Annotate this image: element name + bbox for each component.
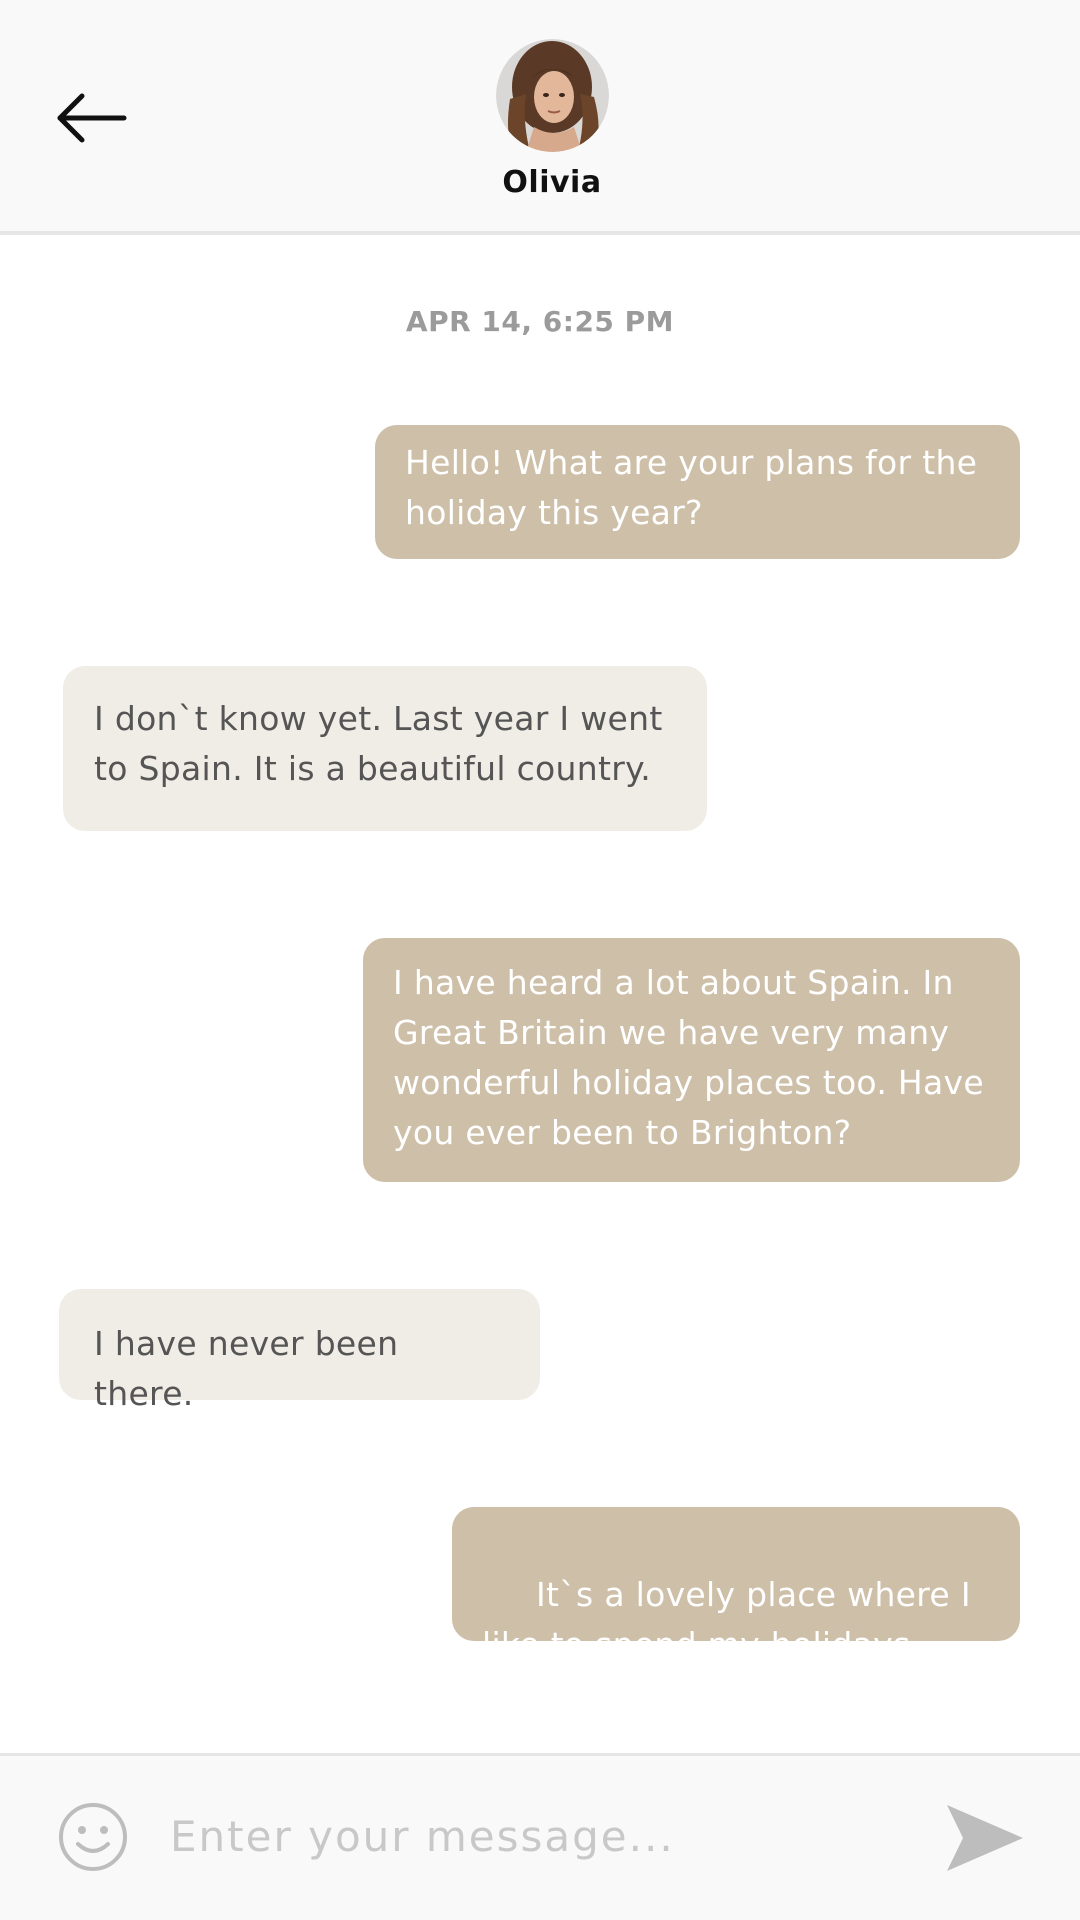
message-text: Hello! What are your plans for the holid… — [405, 443, 978, 532]
smiley-icon — [59, 1803, 127, 1871]
message-text: I have heard a lot about Spain. In Great… — [393, 963, 984, 1152]
contact-name: Olivia — [502, 165, 602, 200]
chat-header: Olivia — [0, 0, 1080, 235]
message-text: I don`t know yet. Last year I went to Sp… — [94, 699, 663, 788]
message-bubble-sent[interactable]: Hello! What are your plans for the holid… — [375, 425, 1020, 559]
message-list[interactable]: APR 14, 6:25 PM Hello! What are your pla… — [0, 235, 1080, 1753]
back-button[interactable] — [52, 88, 132, 148]
back-arrow-icon — [57, 93, 127, 143]
message-bubble-received[interactable]: I don`t know yet. Last year I went to Sp… — [63, 666, 707, 831]
message-composer — [0, 1753, 1080, 1920]
message-text: I have never been there. — [94, 1324, 399, 1413]
message-bubble-received[interactable]: I have never been there. — [59, 1289, 540, 1413]
message-text: It`s a lovely place where I like to spen… — [482, 1575, 982, 1664]
emoji-button[interactable] — [58, 1802, 128, 1872]
message-bubble-sent[interactable]: I have heard a lot about Spain. In Great… — [363, 938, 1020, 1182]
send-button[interactable] — [945, 1803, 1025, 1873]
message-input[interactable] — [170, 1796, 910, 1876]
conversation-timestamp: APR 14, 6:25 PM — [405, 305, 675, 338]
avatar[interactable] — [496, 39, 609, 152]
send-arrow-icon — [947, 1805, 1023, 1871]
message-bubble-sent[interactable]: It`s a lovely place where I like to spen… — [452, 1507, 1020, 1664]
